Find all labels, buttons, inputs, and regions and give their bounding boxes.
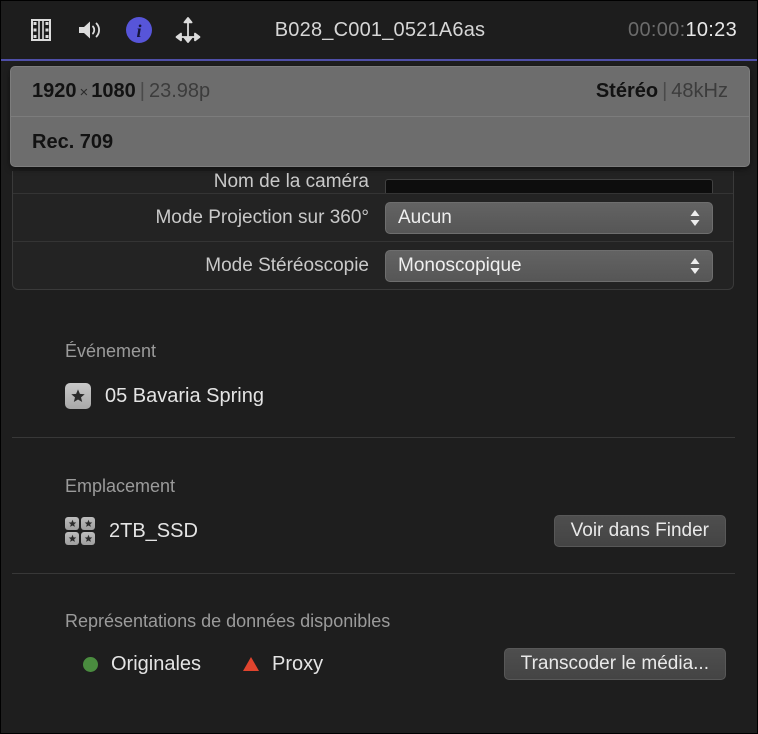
stereoscopic-mode-popup[interactable]: Monoscopique bbox=[385, 249, 713, 282]
projection-mode-row: Mode Projection sur 360° Aucun bbox=[13, 193, 733, 241]
event-row[interactable]: 05 Bavaria Spring bbox=[1, 380, 757, 412]
timecode-hours-minutes: 00:00: bbox=[628, 18, 686, 41]
clip-properties-group: Nom de la caméra Mode Projection sur 360… bbox=[12, 171, 734, 290]
library-cell bbox=[65, 517, 79, 530]
camera-name-label: Nom de la caméra bbox=[213, 171, 369, 192]
proxy-label: Proxy bbox=[272, 652, 324, 675]
inspector-toolbar: i B028_C001_0521A6as 00:00:10:23 bbox=[1, 1, 757, 61]
location-section-title: Emplacement bbox=[65, 476, 176, 496]
location-row[interactable]: 2TB_SSD Voir dans Finder bbox=[1, 515, 757, 547]
originals-label: Originales bbox=[111, 652, 202, 675]
library-cell bbox=[65, 532, 79, 545]
library-cell bbox=[81, 532, 95, 545]
resolution-width: 1920 bbox=[32, 80, 77, 102]
red-triangle-icon bbox=[243, 657, 260, 671]
chevron-updown-icon bbox=[688, 203, 702, 233]
star-badge-icon bbox=[65, 383, 91, 409]
projection-mode-value: Aucun bbox=[398, 206, 452, 228]
frame-rate: 23.98p bbox=[148, 80, 211, 102]
media-representations-title: Représentations de données disponibles bbox=[65, 611, 391, 631]
location-section: Emplacement 2TB_SSD Voir dans Finder bbox=[1, 476, 757, 547]
library-cell bbox=[81, 517, 95, 530]
representation-originals: Originales bbox=[83, 653, 201, 676]
video-format-summary: 1920 × 1080 | 23.98p bbox=[32, 80, 210, 103]
audio-channels: Stéréo bbox=[595, 80, 659, 102]
media-info-secondary-row: Rec. 709 bbox=[11, 117, 749, 167]
timecode-display: 00:00:10:23 bbox=[628, 19, 737, 42]
speaker-icon[interactable] bbox=[74, 14, 106, 46]
resolution-times-sign: × bbox=[79, 84, 89, 101]
reveal-in-finder-button[interactable]: Voir dans Finder bbox=[553, 515, 726, 547]
section-divider bbox=[12, 573, 735, 574]
section-divider bbox=[12, 437, 735, 438]
stereoscopic-mode-label: Mode Stéréoscopie bbox=[205, 254, 369, 276]
stereoscopic-mode-value: Monoscopique bbox=[398, 254, 522, 276]
film-strip-icon[interactable] bbox=[25, 14, 57, 46]
camera-name-input[interactable] bbox=[385, 179, 713, 193]
event-section-title: Événement bbox=[65, 341, 157, 361]
info-icon[interactable]: i bbox=[123, 14, 155, 46]
media-representations-section: Représentations de données disponibles O… bbox=[1, 611, 757, 680]
transform-icon[interactable] bbox=[172, 14, 204, 46]
green-circle-icon bbox=[83, 656, 98, 672]
audio-separator: | bbox=[662, 80, 668, 102]
media-representations-row: Originales Proxy Transcoder le média... bbox=[1, 648, 757, 680]
event-name: 05 Bavaria Spring bbox=[105, 384, 264, 407]
inspector-tab-bar: i bbox=[25, 14, 204, 46]
timecode-seconds-frames: 10:23 bbox=[685, 18, 737, 41]
stereoscopic-mode-row: Mode Stéréoscopie Monoscopique bbox=[13, 241, 733, 289]
audio-sample-rate: 48kHz bbox=[671, 80, 728, 102]
media-info-primary-row: 1920 × 1080 | 23.98p Stéréo | 48kHz bbox=[11, 67, 749, 117]
event-section: Événement 05 Bavaria Spring bbox=[1, 341, 757, 412]
color-space: Rec. 709 bbox=[32, 130, 114, 153]
location-name: 2TB_SSD bbox=[109, 519, 198, 542]
representation-proxy: Proxy bbox=[243, 653, 323, 676]
transcode-media-button[interactable]: Transcoder le média... bbox=[503, 648, 726, 680]
audio-format-summary: Stéréo | 48kHz bbox=[596, 80, 728, 103]
projection-mode-label: Mode Projection sur 360° bbox=[155, 206, 369, 228]
camera-name-row: Nom de la caméra bbox=[13, 171, 733, 193]
media-info-popover: 1920 × 1080 | 23.98p Stéréo | 48kHz Rec. 709 bbox=[10, 66, 750, 167]
svg-text:i: i bbox=[136, 21, 141, 41]
library-icon bbox=[65, 517, 95, 545]
resolution-height: 1080 bbox=[91, 80, 136, 102]
info-inspector-window: i B028_C001_0521A6as 00:00:10:23 1920 × … bbox=[0, 0, 758, 734]
chevron-updown-icon bbox=[688, 251, 702, 281]
format-separator: | bbox=[139, 80, 145, 102]
projection-mode-popup[interactable]: Aucun bbox=[385, 201, 713, 234]
